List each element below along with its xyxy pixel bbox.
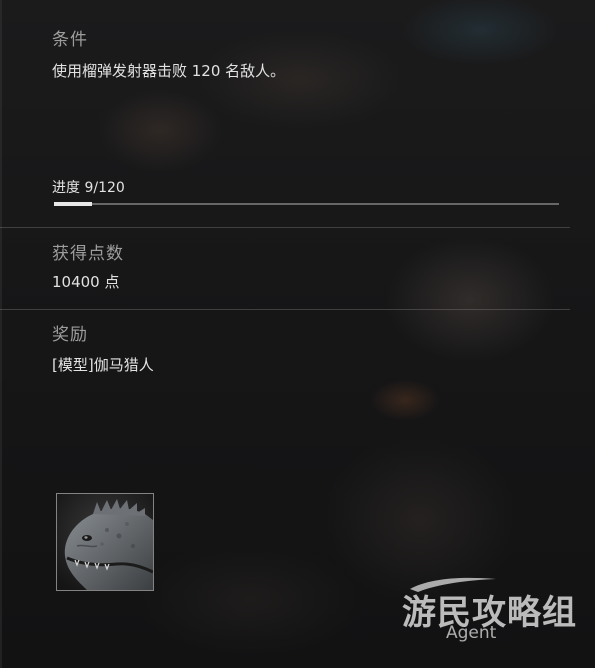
divider: [0, 309, 570, 310]
reward-thumbnail[interactable]: [56, 493, 154, 591]
divider: [0, 227, 570, 228]
condition-text: 使用榴弹发射器击败 120 名敌人。: [52, 62, 286, 80]
reward-heading: 奖励: [52, 325, 88, 345]
condition-heading: 条件: [52, 30, 88, 50]
points-value: 10400 点: [52, 273, 120, 291]
panel-edge: [0, 0, 2, 668]
progress-bar: [54, 202, 559, 206]
reward-item-name: [模型]伽马猎人: [52, 356, 154, 374]
challenge-detail-panel: 条件 使用榴弹发射器击败 120 名敌人。 进度 9/120 获得点数 1040…: [0, 0, 595, 668]
points-heading: 获得点数: [52, 244, 124, 264]
gamma-hunter-model-icon: [57, 494, 153, 590]
progress-label: 进度 9/120: [52, 180, 125, 196]
progress-bar-fill: [54, 202, 92, 206]
